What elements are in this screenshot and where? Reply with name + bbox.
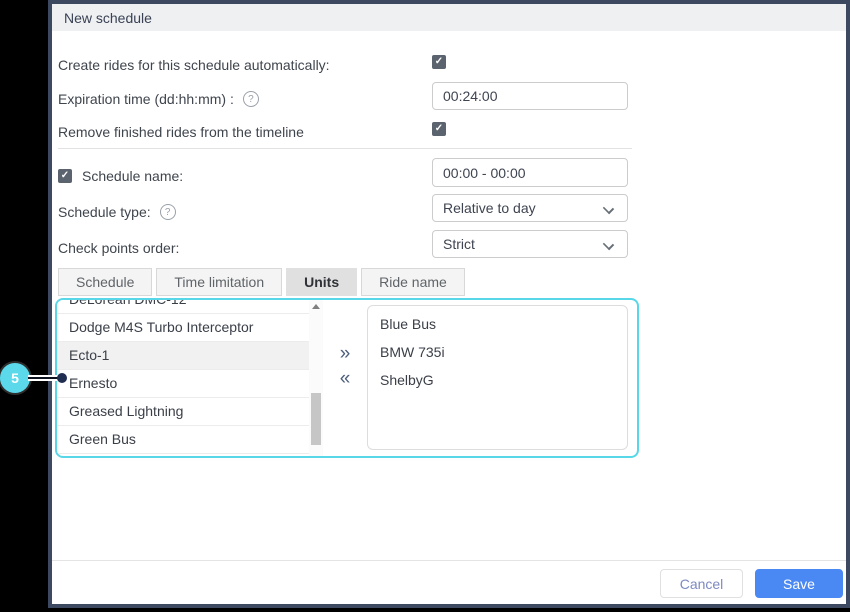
list-item[interactable]: Blue Bus <box>368 310 627 338</box>
tab-ride-name[interactable]: Ride name <box>361 268 465 296</box>
list-item[interactable]: Greased Lightning <box>57 398 309 426</box>
section-divider <box>58 148 632 149</box>
tab-time-limitation[interactable]: Time limitation <box>156 268 282 296</box>
list-item[interactable]: Ernesto <box>57 370 309 398</box>
tab-bar: Schedule Time limitation Units Ride name <box>58 268 465 296</box>
expiration-label: Expiration time (dd:hh:mm) : <box>58 91 234 107</box>
chevron-down-icon <box>603 203 614 214</box>
assigned-units-list[interactable]: Blue Bus BMW 735i ShelbyG <box>367 305 628 450</box>
schedule-type-row: Schedule type: ? <box>58 204 176 220</box>
list-item-selected[interactable]: Ecto-1 <box>57 342 309 370</box>
list-item[interactable]: ShelbyG <box>368 366 627 394</box>
footer-divider <box>52 560 846 561</box>
list-item[interactable]: BMW 735i <box>368 338 627 366</box>
scrollbar-thumb[interactable] <box>311 393 321 445</box>
scroll-up-icon[interactable] <box>312 304 320 309</box>
help-icon[interactable]: ? <box>243 91 259 107</box>
units-transfer-panel: DeLorean DMC-12 Dodge M4S Turbo Intercep… <box>55 298 639 458</box>
callout-badge-5: 5 <box>0 363 30 393</box>
schedule-name-checkbox[interactable] <box>58 169 72 183</box>
save-button[interactable]: Save <box>755 569 843 598</box>
help-icon[interactable]: ? <box>160 204 176 220</box>
move-left-button[interactable]: « <box>340 369 351 388</box>
new-schedule-dialog: New schedule Create rides for this sched… <box>48 0 850 608</box>
scrollbar[interactable] <box>309 300 323 456</box>
chevron-down-icon <box>603 239 614 250</box>
list-item[interactable]: Dodge M4S Turbo Interceptor <box>57 314 309 342</box>
remove-finished-label: Remove finished rides from the timeline <box>58 124 304 140</box>
auto-create-label: Create rides for this schedule automatic… <box>58 57 330 73</box>
cancel-button[interactable]: Cancel <box>660 569 743 598</box>
expiration-label-row: Expiration time (dd:hh:mm) : ? <box>58 91 259 107</box>
list-item[interactable]: DeLorean DMC-12 <box>57 300 309 314</box>
schedule-type-value: Relative to day <box>443 200 536 216</box>
schedule-name-input[interactable] <box>432 158 628 187</box>
checkpoints-order-select[interactable]: Strict <box>432 230 628 258</box>
auto-create-checkbox[interactable] <box>432 55 446 69</box>
schedule-type-select[interactable]: Relative to day <box>432 194 628 222</box>
move-right-button[interactable]: » <box>340 344 351 363</box>
checkpoints-value: Strict <box>443 236 475 252</box>
available-units-list[interactable]: DeLorean DMC-12 Dodge M4S Turbo Intercep… <box>57 300 309 456</box>
checkpoints-label: Check points order: <box>58 240 179 256</box>
transfer-buttons: » « <box>323 300 367 456</box>
remove-finished-checkbox[interactable] <box>432 122 446 136</box>
schedule-type-label: Schedule type: <box>58 204 151 220</box>
dialog-title: New schedule <box>64 10 152 26</box>
dialog-header: New schedule <box>52 4 846 31</box>
expiration-input[interactable] <box>432 82 628 110</box>
callout-connector-dot <box>57 373 67 383</box>
schedule-name-row: Schedule name: <box>58 168 183 184</box>
schedule-name-label: Schedule name: <box>82 168 183 184</box>
list-item[interactable]: Green Bus <box>57 426 309 454</box>
tab-units[interactable]: Units <box>286 268 357 296</box>
tab-schedule[interactable]: Schedule <box>58 268 152 296</box>
